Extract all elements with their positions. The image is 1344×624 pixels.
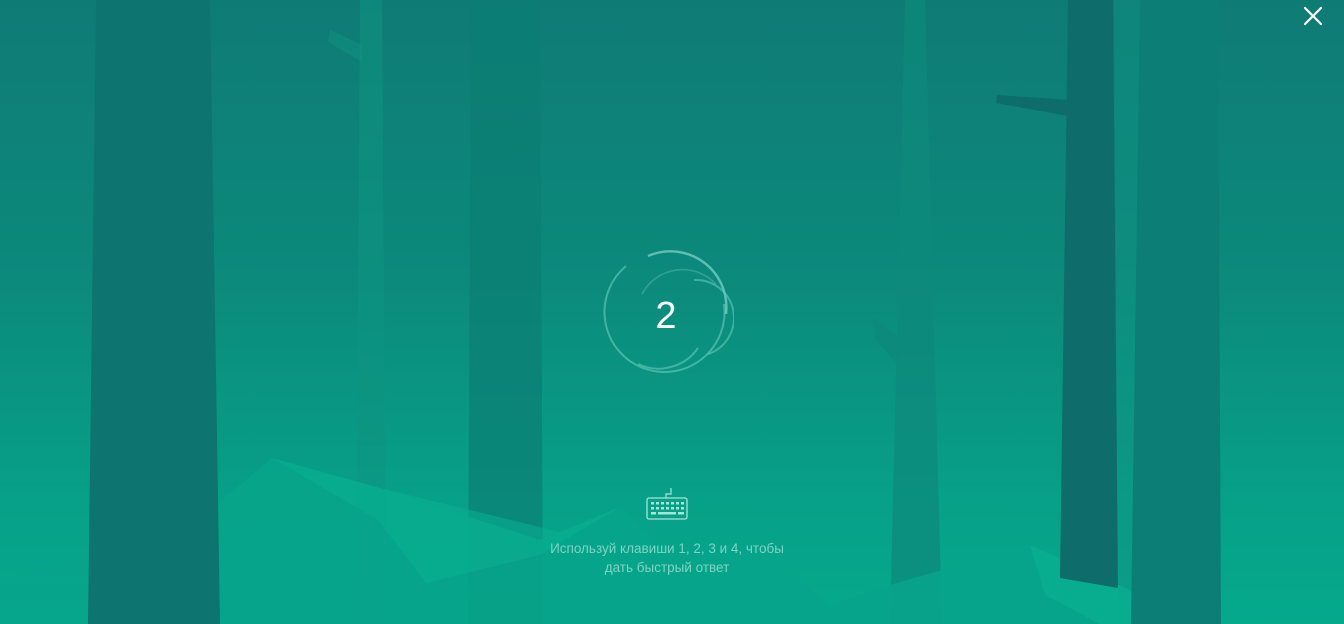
foreground-tree-branch [996, 95, 1070, 116]
countdown-timer: 2 [598, 244, 734, 384]
keyboard-shortcut-hint: Используй клавиши 1, 2, 3 и 4, чтобы дат… [517, 539, 817, 577]
keyboard-icon [646, 488, 688, 520]
close-icon [1303, 6, 1323, 26]
foreground-tree [88, 0, 220, 624]
hint-line-2: дать быстрый ответ [604, 560, 730, 575]
countdown-number: 2 [655, 295, 677, 337]
background-tree-branch [872, 318, 900, 364]
background-tree [890, 0, 942, 624]
ground-hill [0, 560, 90, 624]
foreground-tree [1060, 0, 1118, 588]
background-tree-branch [328, 30, 362, 62]
close-button[interactable] [1296, 0, 1330, 34]
hint-line-1: Используй клавиши 1, 2, 3 и 4, чтобы [550, 541, 784, 556]
foreground-tree [1131, 0, 1221, 624]
